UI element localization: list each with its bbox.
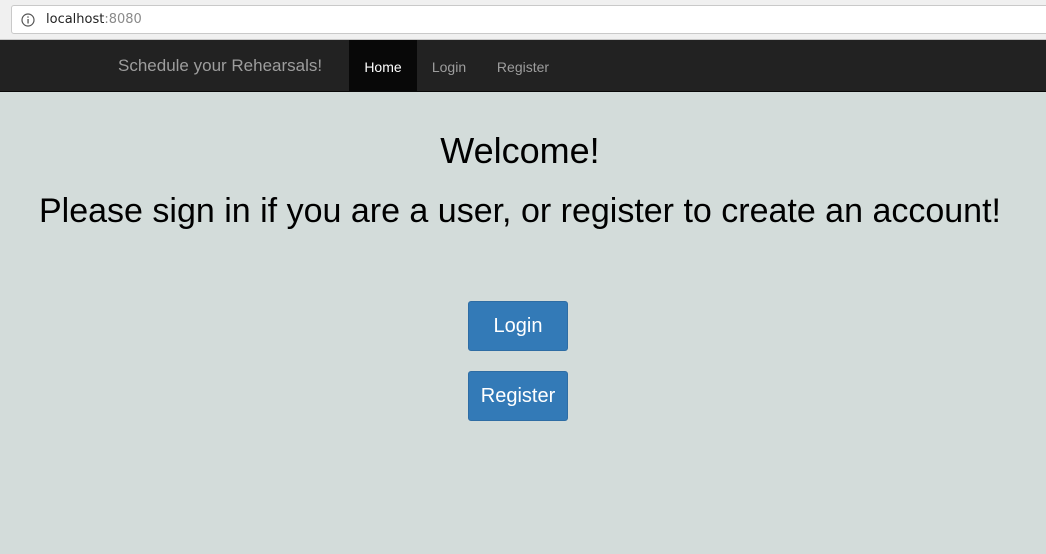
login-button[interactable]: Login (468, 301, 568, 351)
address-bar[interactable]: localhost :8080 (11, 5, 1046, 34)
url-host: localhost (46, 12, 105, 27)
info-circle-icon[interactable] (21, 12, 35, 27)
nav-item-register[interactable]: Register (481, 40, 565, 91)
navbar-brand[interactable]: Schedule your Rehearsals! (118, 40, 322, 92)
nav-item-login[interactable]: Login (417, 40, 481, 91)
main-content: Welcome! Please sign in if you are a use… (0, 92, 1046, 554)
url-port: :8080 (104, 12, 142, 27)
instruction-text: Please sign in if you are a user, or reg… (39, 192, 1001, 230)
navbar: Schedule your Rehearsals! Home Login Reg… (0, 40, 1046, 92)
register-button[interactable]: Register (468, 371, 568, 421)
nav-item-home[interactable]: Home (349, 40, 417, 91)
browser-toolbar: localhost :8080 (0, 0, 1046, 40)
welcome-heading: Welcome! (440, 130, 600, 171)
